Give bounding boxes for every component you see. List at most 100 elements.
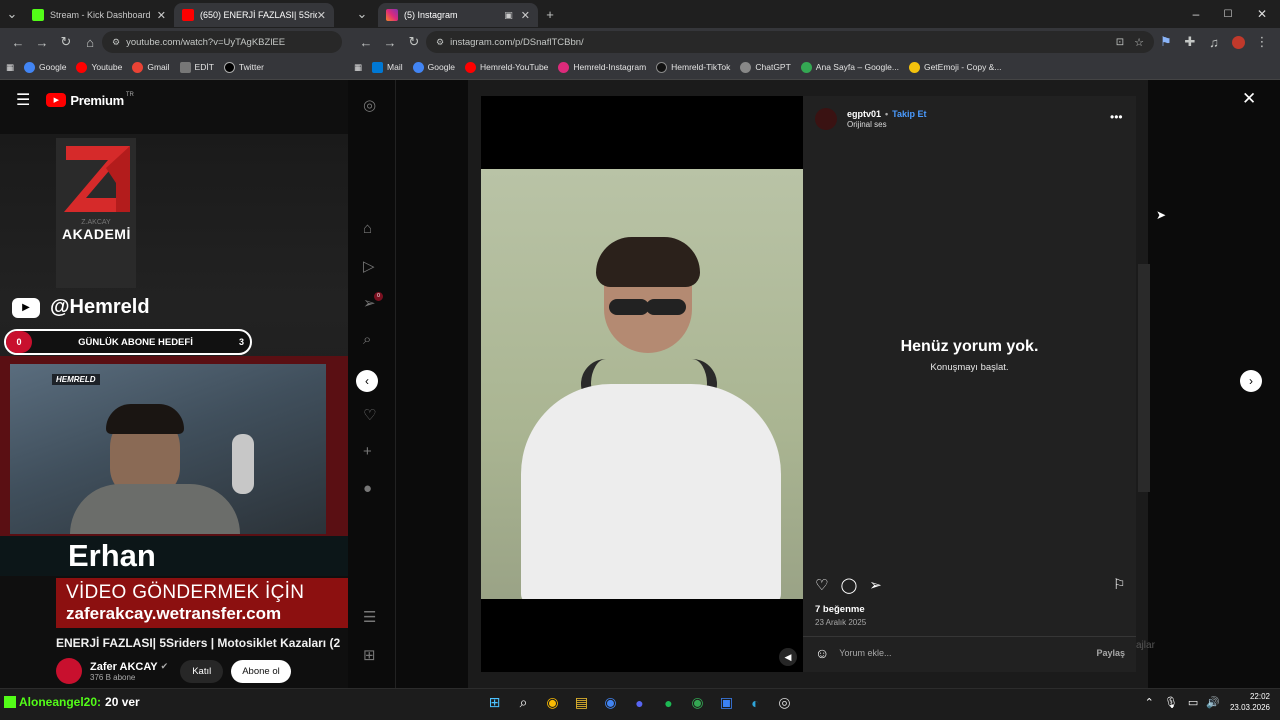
reload-icon[interactable]: ↻ [402,30,426,54]
emoji-icon[interactable]: ☺ [815,645,829,661]
channel-avatar[interactable] [56,658,82,684]
name-plate: Erhan [0,536,348,576]
notifications-icon[interactable]: ♡ [363,406,376,424]
post-media[interactable]: ◀ [481,96,803,672]
back-icon[interactable]: ← [354,30,378,54]
follow-button[interactable]: Takip Et [892,109,926,119]
close-icon[interactable]: ✕ [317,9,326,22]
minimize-icon[interactable]: – [1180,7,1212,21]
tray-overflow-icon[interactable]: ⌃ [1145,696,1154,709]
reload-icon[interactable]: ↻ [54,30,78,54]
menu-icon[interactable]: ☰ [16,90,30,110]
person-shirt [521,384,781,599]
action-bar: ♡ ◯ ➢ [815,576,882,594]
home-icon[interactable]: ⌂ [78,30,102,54]
close-icon[interactable]: ✕ [157,9,166,22]
search-icon[interactable]: ⌕ [513,694,534,711]
microphone-icon[interactable]: 🎙 [1164,696,1178,709]
chrome-profile-icon[interactable]: ◉ [600,694,621,711]
close-icon[interactable]: ✕ [521,9,530,22]
search-icon[interactable]: ⌕ [363,331,371,348]
obs-icon[interactable]: ◎ [774,694,795,711]
clock[interactable]: 22:02 23.03.2026 [1230,691,1270,713]
goal-progress-fill: 0 [6,331,32,353]
comment-icon[interactable]: ◯ [840,576,857,594]
bookmark-gmail[interactable]: Gmail [132,62,170,74]
bookmark-google[interactable]: Google [24,62,66,74]
verified-icon: ✔ [160,661,169,671]
tab-search-icon[interactable]: ⌄ [350,2,374,26]
window-close-icon[interactable]: ✕ [1244,7,1280,21]
chrome-alt-icon[interactable]: ◉ [687,694,708,711]
close-modal-icon[interactable]: ✕ [1242,89,1256,109]
bookmark-getemoji[interactable]: GetEmoji - Copy &... [908,62,1001,74]
author-avatar[interactable] [815,108,837,130]
previous-post-button[interactable]: ‹ [356,370,378,392]
maximize-icon[interactable]: ☐ [1212,9,1244,20]
apps-icon[interactable]: ▦ [6,62,14,73]
bookmark-hemreld-tiktok[interactable]: Hemreld-TikTok [656,62,730,74]
edge-icon[interactable]: ◐ [745,695,766,711]
bookmark-google[interactable]: Google [412,62,455,74]
tab-youtube-video[interactable]: (650) ENERJİ FAZLASI| 5Sriders ✕ [174,3,334,27]
channel-name[interactable]: Zafer AKCAY [90,661,158,673]
volume-icon[interactable]: 🔊 [1206,696,1220,709]
bookmark-chatgpt[interactable]: ChatGPT [740,62,791,74]
share-icon[interactable]: ➢ [869,576,882,594]
address-bar[interactable]: ⚙ instagram.com/p/DSnaflTCBbn/ ⊡ ☆ [426,31,1154,53]
post-comment-button[interactable]: Paylaş [1096,648,1125,658]
more-menu-icon[interactable]: ☰ [363,608,376,626]
also-from-meta-icon[interactable]: ⊞ [363,646,376,664]
reels-icon[interactable]: ▷ [363,257,375,275]
join-button[interactable]: Katıl [180,659,224,683]
discord-icon[interactable]: ● [629,695,650,711]
bookmark-youtube[interactable]: Youtube [76,62,122,74]
media-control-icon[interactable]: ♫ [1202,30,1226,54]
author-username[interactable]: egptv01 [847,109,881,119]
comment-input[interactable]: Yorum ekle... [839,648,1096,658]
profile-icon[interactable]: ● [363,480,372,497]
bookmark-edit[interactable]: EDİT [179,62,214,74]
tab-media-icon[interactable]: ▣ [504,10,513,21]
extension-icon[interactable]: ⚑ [1154,30,1178,54]
profile-avatar[interactable] [1226,30,1250,54]
post-options-icon[interactable]: ••• [1110,110,1123,124]
more-menu-icon[interactable]: ⋮ [1250,30,1274,54]
file-explorer-icon[interactable]: ▤ [571,694,592,711]
bookmark-hemreld-instagram[interactable]: Hemreld-Instagram [558,62,646,74]
bookmark-mail[interactable]: Mail [372,62,403,74]
new-tab-icon[interactable]: + [538,2,562,26]
instagram-logo-icon[interactable]: ◎ [363,96,376,114]
bookmark-hemreld-youtube[interactable]: Hemreld-YouTube [465,62,548,74]
audio-label[interactable]: Orijinal ses [847,120,927,129]
save-icon[interactable]: ⚐ [1113,576,1126,593]
webcam-frame: HEMRELD [0,356,348,536]
bookmark-twitter[interactable]: Twitter [223,62,264,74]
create-icon[interactable]: + [363,443,372,460]
back-icon[interactable]: ← [6,30,30,54]
like-icon[interactable]: ♡ [815,576,828,594]
forward-icon[interactable]: → [30,30,54,54]
mute-icon[interactable]: ◀ [779,648,797,666]
spotify-icon[interactable]: ● [658,695,679,711]
apps-icon[interactable]: ▦ [354,62,362,73]
install-app-icon[interactable]: ⊡ [1116,37,1124,48]
tab-kick-dashboard[interactable]: Stream - Kick Dashboard ✕ [24,3,174,27]
subscribe-button[interactable]: Abone ol [231,659,291,683]
youtube-logo-icon[interactable]: ▶ [46,93,67,107]
address-bar[interactable]: ⚙ youtube.com/watch?v=UyTAgKBZlEE [102,31,342,53]
extensions-puzzle-icon[interactable]: ✚ [1178,30,1202,54]
app-icon[interactable]: ▣ [716,694,737,711]
like-count[interactable]: 7 beğenme [815,604,865,615]
tab-label: (650) ENERJİ FAZLASI| 5Sriders [200,10,317,20]
display-icon[interactable]: ▭ [1188,696,1198,709]
bookmark-google-drive[interactable]: Ana Sayfa – Google... [800,62,899,74]
forward-icon[interactable]: → [378,30,402,54]
home-icon[interactable]: ⌂ [363,220,372,237]
next-post-button[interactable]: › [1240,370,1262,392]
chrome-icon[interactable]: ◉ [542,694,563,711]
tab-search-icon[interactable]: ⌄ [0,2,24,26]
windows-start-icon[interactable]: ⊞ [484,694,505,711]
bookmark-star-icon[interactable]: ☆ [1134,36,1144,49]
tab-instagram[interactable]: (5) Instagram ▣ ✕ [378,3,538,27]
